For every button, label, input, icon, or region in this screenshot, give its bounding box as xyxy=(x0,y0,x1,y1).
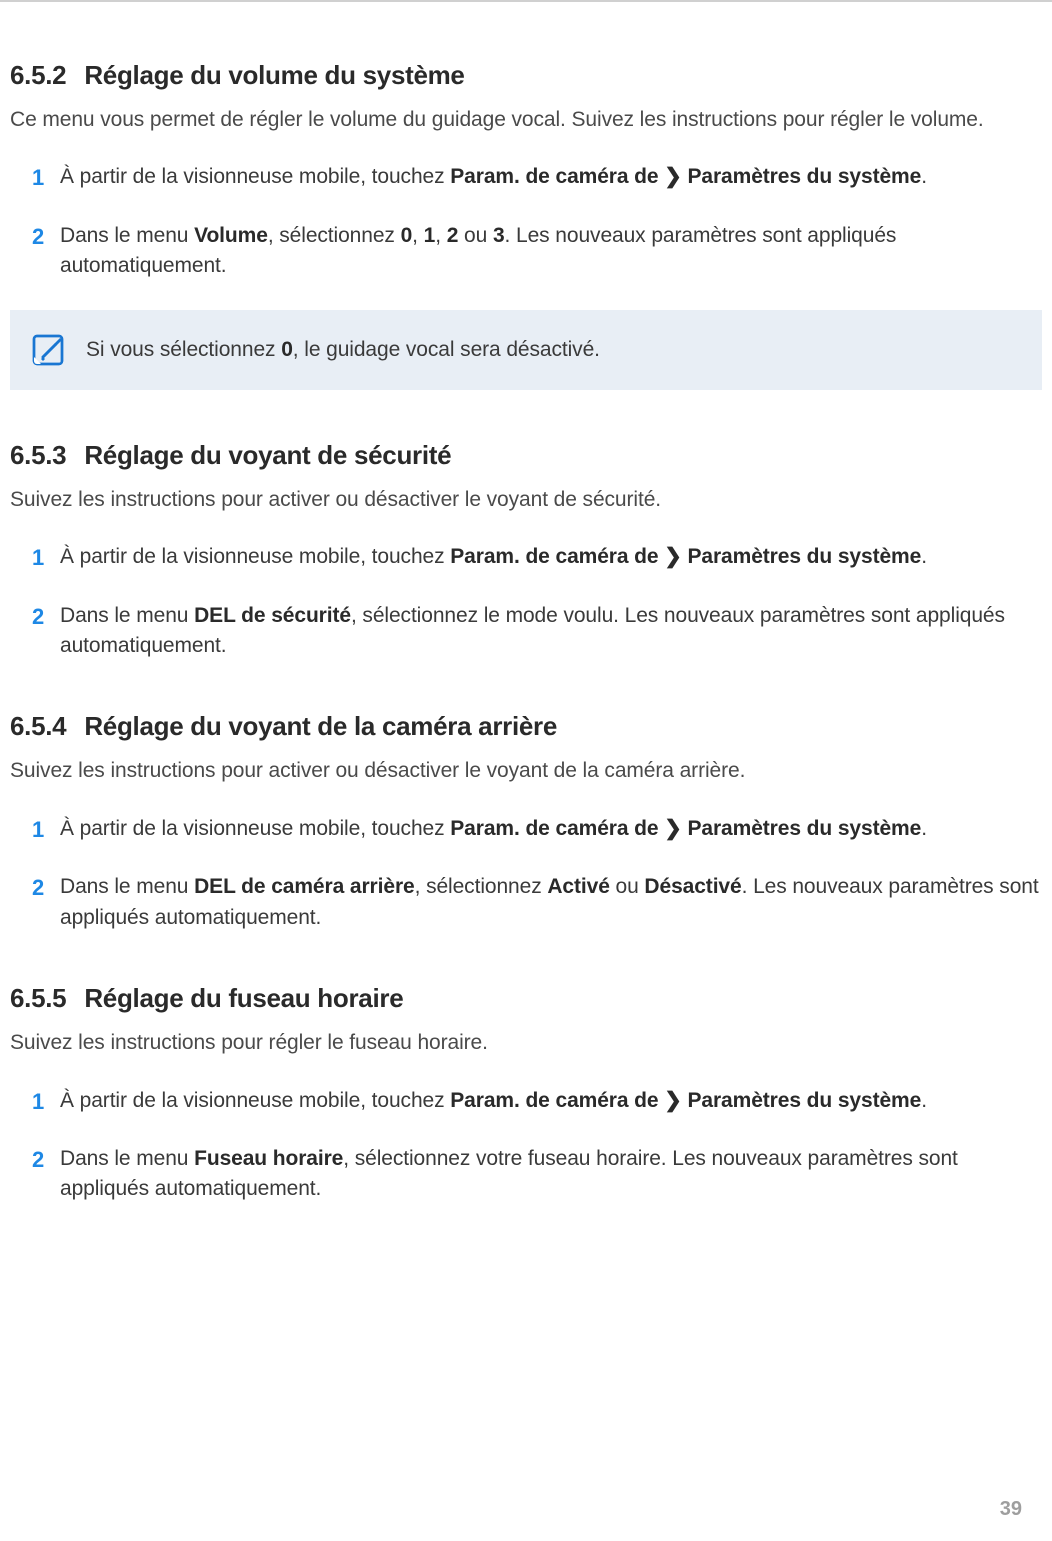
step-number: 2 xyxy=(32,221,44,253)
chevron-right-icon: ❯ xyxy=(664,162,682,192)
step-text-part: Dans le menu xyxy=(60,224,194,247)
note-text-part: , le guidage vocal sera désactivé. xyxy=(293,338,600,361)
step-text-part: Dans le menu xyxy=(60,875,194,898)
note-icon xyxy=(30,332,66,368)
step-bold: Param. de caméra de xyxy=(450,165,658,188)
note-text-part: Si vous sélectionnez xyxy=(86,338,281,361)
heading-title: Réglage du fuseau horaire xyxy=(84,983,403,1014)
step-text-part: ou xyxy=(610,875,645,898)
intro-text: Suivez les instructions pour activer ou … xyxy=(10,485,1042,514)
step-2: 2 Dans le menu DEL de caméra arrière, sé… xyxy=(60,872,1042,933)
step-text-part: ou xyxy=(458,224,493,247)
step-text-part: . xyxy=(921,817,927,840)
step-1: 1 À partir de la visionneuse mobile, tou… xyxy=(60,814,1042,844)
step-2: 2 Dans le menu Fuseau horaire, sélection… xyxy=(60,1144,1042,1205)
step-bold: 2 xyxy=(447,224,459,247)
note-text: Si vous sélectionnez 0, le guidage vocal… xyxy=(86,338,600,362)
note-box: Si vous sélectionnez 0, le guidage vocal… xyxy=(10,310,1042,390)
step-text-part: Dans le menu xyxy=(60,1147,194,1170)
heading-title: Réglage du volume du système xyxy=(84,60,464,91)
step-number: 1 xyxy=(32,542,44,574)
steps-list: 1 À partir de la visionneuse mobile, tou… xyxy=(10,814,1042,933)
heading-654: 6.5.4 Réglage du voyant de la caméra arr… xyxy=(10,711,1042,742)
step-text-part: Dans le menu xyxy=(60,604,194,627)
intro-text: Ce menu vous permet de régler le volume … xyxy=(10,105,1042,134)
step-text-part: , xyxy=(435,224,446,247)
step-number: 1 xyxy=(32,1086,44,1118)
step-1: 1 À partir de la visionneuse mobile, tou… xyxy=(60,1086,1042,1116)
steps-list: 1 À partir de la visionneuse mobile, tou… xyxy=(10,162,1042,281)
heading-num: 6.5.4 xyxy=(10,711,66,742)
note-bold: 0 xyxy=(281,338,293,361)
steps-list: 1 À partir de la visionneuse mobile, tou… xyxy=(10,1086,1042,1205)
section-654: 6.5.4 Réglage du voyant de la caméra arr… xyxy=(10,711,1042,933)
step-text-part: À partir de la visionneuse mobile, touch… xyxy=(60,165,450,188)
step-text-part: . xyxy=(921,545,927,568)
heading-num: 6.5.5 xyxy=(10,983,66,1014)
heading-num: 6.5.2 xyxy=(10,60,66,91)
step-text-part: , sélectionnez xyxy=(268,224,401,247)
step-number: 2 xyxy=(32,601,44,633)
step-number: 1 xyxy=(32,162,44,194)
chevron-right-icon: ❯ xyxy=(664,1086,682,1116)
step-text-part: À partir de la visionneuse mobile, touch… xyxy=(60,817,450,840)
step-bold: 1 xyxy=(424,224,436,247)
step-bold: Paramètres du système xyxy=(688,817,922,840)
step-text-part: , sélectionnez xyxy=(415,875,548,898)
step-bold: 0 xyxy=(401,224,413,247)
document-page: 6.5.2 Réglage du volume du système Ce me… xyxy=(0,0,1052,1541)
step-bold: Param. de caméra de xyxy=(450,545,658,568)
step-bold: Volume xyxy=(194,224,268,247)
step-bold: Paramètres du système xyxy=(688,545,922,568)
step-bold: DEL de caméra arrière xyxy=(194,875,414,898)
step-bold: Activé xyxy=(547,875,609,898)
step-text-part: À partir de la visionneuse mobile, touch… xyxy=(60,1089,450,1112)
step-bold: Désactivé xyxy=(644,875,741,898)
step-text-part: À partir de la visionneuse mobile, touch… xyxy=(60,545,450,568)
step-bold: Param. de caméra de xyxy=(450,1089,658,1112)
heading-num: 6.5.3 xyxy=(10,440,66,471)
step-bold: Paramètres du système xyxy=(688,1089,922,1112)
step-2: 2 Dans le menu Volume, sélectionnez 0, 1… xyxy=(60,221,1042,282)
section-653: 6.5.3 Réglage du voyant de sécurité Suiv… xyxy=(10,440,1042,662)
page-number: 39 xyxy=(1000,1498,1022,1521)
heading-653: 6.5.3 Réglage du voyant de sécurité xyxy=(10,440,1042,471)
section-655: 6.5.5 Réglage du fuseau horaire Suivez l… xyxy=(10,983,1042,1205)
step-bold: Param. de caméra de xyxy=(450,817,658,840)
steps-list: 1 À partir de la visionneuse mobile, tou… xyxy=(10,542,1042,661)
chevron-right-icon: ❯ xyxy=(664,814,682,844)
heading-652: 6.5.2 Réglage du volume du système xyxy=(10,60,1042,91)
step-text-part: . xyxy=(921,1089,927,1112)
step-1: 1 À partir de la visionneuse mobile, tou… xyxy=(60,162,1042,192)
intro-text: Suivez les instructions pour régler le f… xyxy=(10,1028,1042,1057)
step-1: 1 À partir de la visionneuse mobile, tou… xyxy=(60,542,1042,572)
step-2: 2 Dans le menu DEL de sécurité, sélectio… xyxy=(60,601,1042,662)
step-bold: Fuseau horaire xyxy=(194,1147,343,1170)
step-bold: 3 xyxy=(493,224,505,247)
step-bold: DEL de sécurité xyxy=(194,604,351,627)
step-number: 2 xyxy=(32,872,44,904)
step-text-part: . xyxy=(921,165,927,188)
heading-title: Réglage du voyant de la caméra arrière xyxy=(84,711,557,742)
section-652: 6.5.2 Réglage du volume du système Ce me… xyxy=(10,60,1042,390)
step-bold: Paramètres du système xyxy=(688,165,922,188)
step-text-part: , xyxy=(412,224,423,247)
heading-title: Réglage du voyant de sécurité xyxy=(84,440,451,471)
heading-655: 6.5.5 Réglage du fuseau horaire xyxy=(10,983,1042,1014)
step-number: 1 xyxy=(32,814,44,846)
step-number: 2 xyxy=(32,1144,44,1176)
intro-text: Suivez les instructions pour activer ou … xyxy=(10,756,1042,785)
chevron-right-icon: ❯ xyxy=(664,542,682,572)
